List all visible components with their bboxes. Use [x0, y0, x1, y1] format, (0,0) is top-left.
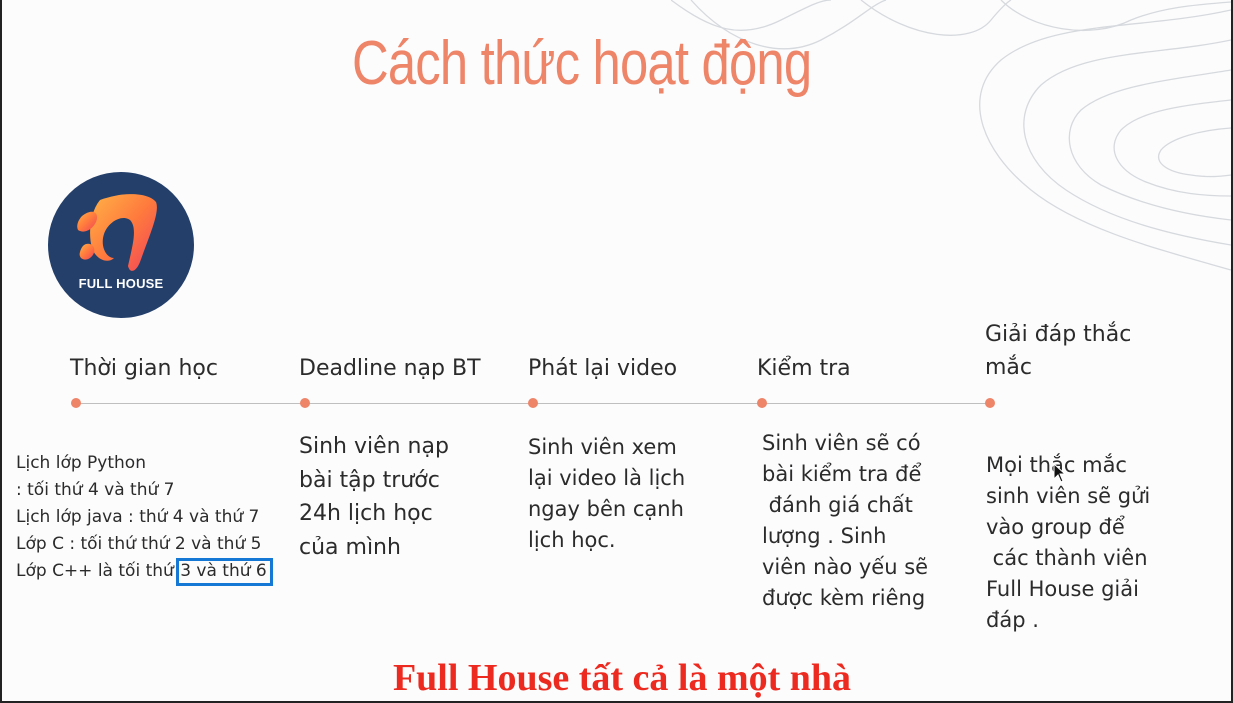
description-line: Lớp C : tối thứ thứ 2 và thứ 5: [16, 534, 262, 554]
step-title-line: Giải đáp thắc: [985, 322, 1132, 347]
step-description-schedule: Lịch lớp Python : tối thứ 4 và thứ 7 Lịc…: [16, 450, 273, 586]
step-title-kiem-tra: Kiểm tra: [757, 356, 851, 381]
step-title-deadline: Deadline nạp BT: [299, 356, 481, 381]
full-house-logo: FULL HOUSE: [48, 172, 194, 318]
timeline-dot: [71, 398, 81, 408]
step-title-giai-dap: Giải đáp thắc mắc: [985, 318, 1131, 384]
description-line: Lịch lớp Python: [16, 453, 146, 473]
timeline-dot: [757, 398, 767, 408]
step-description-deadline: Sinh viên nạp bài tập trước 24h lịch học…: [299, 430, 449, 564]
step-title-line: mắc: [985, 355, 1033, 380]
description-line: của mình: [299, 534, 401, 560]
description-line: đáp .: [986, 608, 1039, 632]
timeline-dot: [985, 398, 995, 408]
description-line: Full House giải: [986, 577, 1139, 601]
description-line: Sinh viên xem: [528, 435, 677, 459]
description-line: vào group để: [986, 515, 1125, 539]
step-description-video: Sinh viên xem lại video là lịch ngay bên…: [528, 432, 685, 556]
slide-footer: Full House tất cả là một nhà: [392, 657, 852, 699]
description-line: : tối thứ 4 và thứ 7: [16, 480, 175, 500]
step-description-test: Sinh viên sẽ có bài kiểm tra để đánh giá…: [762, 428, 928, 614]
rocket-logo-icon: [77, 194, 157, 271]
logo-text: FULL HOUSE: [78, 276, 164, 291]
description-line: Lịch lớp java : thứ 4 và thứ 7: [16, 507, 260, 527]
timeline-dot: [528, 398, 538, 408]
slide-title: Cách thức hoạt động: [351, 29, 812, 98]
description-line: lịch học.: [528, 528, 616, 552]
description-line: được kèm riêng: [762, 586, 926, 610]
description-line: viên nào yếu sẽ: [762, 555, 929, 579]
description-line: lại video là lịch: [528, 466, 686, 490]
step-description-qa: Mọi thắc mắc sinh viên sẽ gửi vào group …: [986, 450, 1150, 636]
description-line: Lớp C++ là tối thứ 3 và thứ 6: [16, 558, 273, 586]
mouse-cursor-icon: [1053, 463, 1067, 483]
highlight-box: 3 và thứ 6: [176, 558, 273, 586]
description-line: sinh viên sẽ gửi: [986, 484, 1151, 508]
description-line: bài kiểm tra để: [762, 462, 922, 486]
description-line: ngay bên cạnh: [528, 497, 684, 521]
description-line: Mọi thắc mắc: [986, 453, 1127, 477]
description-line: bài tập trước: [299, 467, 440, 493]
step-title-thoi-gian-hoc: Thời gian học: [70, 356, 218, 381]
description-line: Sinh viên sẽ có: [762, 431, 921, 455]
description-text: Lớp C++ là tối thứ: [16, 561, 180, 581]
timeline-dot: [300, 398, 310, 408]
description-line: 24h lịch học: [299, 501, 433, 526]
description-line: Sinh viên nạp: [299, 434, 449, 459]
description-line: đánh giá chất: [762, 493, 913, 517]
description-line: lượng . Sinh: [762, 524, 887, 548]
step-title-phat-lai-video: Phát lại video: [528, 356, 678, 381]
slide: Cách thức hoạt động FULL HOUSE Thời gian…: [0, 0, 1233, 703]
description-line: các thành viên: [986, 546, 1148, 570]
